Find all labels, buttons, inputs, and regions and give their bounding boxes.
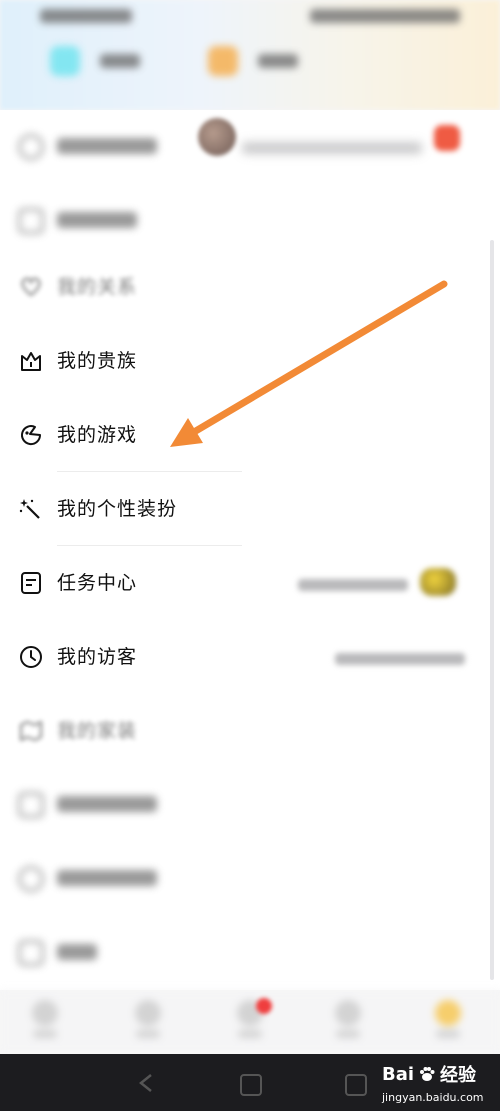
watermark-brand: Bai (382, 1063, 415, 1085)
settings-icon (18, 940, 44, 966)
nav-tab-profile-label (436, 1030, 460, 1038)
menu-item-account-label (57, 138, 157, 154)
nav-tab-4-label (336, 1030, 360, 1038)
game-icon (21, 425, 42, 446)
nav-tab-2-label (136, 1030, 160, 1038)
menu-item-settings[interactable] (0, 916, 500, 990)
quick-action-1[interactable] (50, 44, 140, 78)
nav-tab-1[interactable] (25, 1000, 65, 1044)
menu-item-blurred-1[interactable] (0, 768, 500, 842)
menu-item-decoration[interactable]: 我的个性装扮 (0, 472, 500, 546)
menu-item-visitors[interactable]: 我的访客 (0, 620, 500, 694)
blurred-menu-icon (18, 792, 44, 818)
coin-icon (420, 568, 456, 596)
menu-item-tasks-label: 任务中心 (57, 572, 138, 594)
menu-item-blurred-2-label (57, 870, 157, 886)
bottom-navigation (0, 990, 500, 1054)
menu-item-games-label: 我的游戏 (57, 424, 138, 446)
quick-action-2[interactable] (208, 44, 298, 78)
quick-action-1-icon (50, 46, 80, 76)
baidu-paw-icon (420, 1067, 435, 1081)
menu-item-blurred-1-label (57, 796, 157, 812)
task-icon (21, 572, 41, 594)
menu-item-nobility-label: 我的贵族 (57, 350, 138, 372)
account-detail (242, 142, 422, 154)
nav-tab-profile[interactable] (428, 1000, 468, 1044)
avatar[interactable] (198, 118, 236, 156)
side-menu: 我的关系 我的贵族 我的游戏 我的个性装扮 任务中心 我的访客 我的家装 (0, 110, 500, 990)
watermark-url: jingyan.baidu.com (382, 1090, 484, 1104)
heart-outline-icon (21, 277, 41, 297)
blurred-menu-icon (18, 866, 44, 892)
magic-wand-icon (19, 499, 40, 519)
menu-item-recent[interactable] (0, 184, 500, 258)
back-icon[interactable] (135, 1072, 157, 1094)
crown-icon (21, 352, 41, 371)
nav-tab-1-icon (32, 1000, 58, 1026)
watermark-suffix: 经验 (440, 1065, 477, 1086)
nav-tab-1-label (33, 1030, 57, 1038)
menu-item-settings-label (57, 944, 97, 960)
nav-tab-4-icon (335, 1000, 361, 1026)
quick-action-1-label (100, 54, 140, 68)
recents-icon[interactable] (345, 1074, 367, 1096)
status-bar (0, 0, 500, 32)
menu-item-home-decor[interactable]: 我的家装 (0, 694, 500, 768)
notification-badge (256, 998, 272, 1014)
menu-item-blurred-2[interactable] (0, 842, 500, 916)
red-badge (434, 125, 460, 151)
menu-item-visitors-label: 我的访客 (57, 646, 138, 668)
quick-action-2-icon (208, 46, 238, 76)
menu-item-decoration-label: 我的个性装扮 (57, 498, 178, 520)
home-icon[interactable] (240, 1074, 262, 1096)
menu-item-recent-label (57, 212, 137, 228)
status-bar-indicators (310, 9, 460, 23)
menu-item-home-decor-label: 我的家装 (57, 720, 138, 742)
tasks-detail (298, 579, 408, 591)
account-icon (18, 134, 44, 160)
visitors-detail (335, 653, 465, 665)
menu-item-account[interactable] (0, 110, 500, 184)
watermark-url-wrap: jingyan.baidu.com (382, 1088, 484, 1106)
menu-item-relations-label: 我的关系 (57, 276, 138, 298)
nav-tab-2-icon (135, 1000, 161, 1026)
nav-tab-2[interactable] (128, 1000, 168, 1044)
menu-item-relations[interactable]: 我的关系 (0, 250, 500, 324)
nav-tab-profile-icon (435, 1000, 461, 1026)
nav-tab-4[interactable] (328, 1000, 368, 1044)
status-bar-time (40, 9, 132, 23)
clock-icon (20, 646, 42, 668)
menu-item-games[interactable]: 我的游戏 (0, 398, 500, 472)
recent-icon (18, 208, 44, 234)
quick-action-2-label (258, 54, 298, 68)
map-icon (20, 721, 42, 741)
scrollbar[interactable] (490, 240, 494, 980)
menu-item-nobility[interactable]: 我的贵族 (0, 324, 500, 398)
nav-tab-3-label (238, 1030, 262, 1038)
